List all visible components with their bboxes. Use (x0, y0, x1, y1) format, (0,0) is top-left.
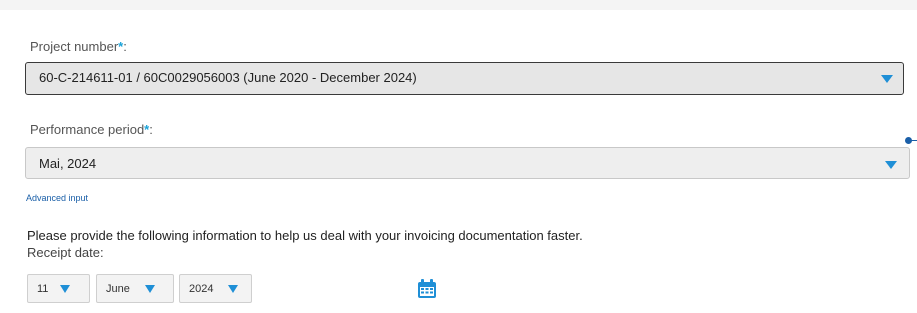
calendar-icon[interactable] (416, 278, 438, 300)
receipt-year-value: 2024 (189, 283, 214, 295)
receipt-day-select[interactable]: 11 (27, 274, 90, 303)
invoice-form-panel: Project number*: 60-C-214611-01 / 60C002… (10, 10, 917, 313)
performance-period-value: Mai, 2024 (39, 156, 97, 171)
edge-marker-line (911, 140, 917, 141)
receipt-month-select[interactable]: June (96, 274, 174, 303)
label-colon: : (149, 122, 153, 137)
performance-period-label: Performance period*: (30, 122, 153, 137)
info-text: Please provide the following information… (27, 228, 583, 243)
chevron-down-icon (885, 161, 897, 169)
project-number-select[interactable]: 60-C-214611-01 / 60C0029056003 (June 202… (25, 62, 904, 95)
receipt-day-value: 11 (37, 283, 49, 295)
chevron-down-icon (145, 285, 155, 293)
performance-period-select[interactable]: Mai, 2024 (25, 147, 910, 179)
project-number-label: Project number*: (30, 39, 127, 54)
receipt-year-select[interactable]: 2024 (179, 274, 252, 303)
chevron-down-icon (881, 75, 893, 83)
project-number-label-text: Project number (30, 39, 119, 54)
chevron-down-icon (228, 285, 238, 293)
advanced-input-link[interactable]: Advanced input (26, 193, 88, 203)
performance-period-label-text: Performance period (30, 122, 145, 137)
top-strip (0, 0, 917, 10)
receipt-month-value: June (106, 283, 130, 295)
label-colon: : (123, 39, 127, 54)
receipt-date-label: Receipt date: (27, 245, 104, 260)
project-number-value: 60-C-214611-01 / 60C0029056003 (June 202… (39, 70, 417, 85)
chevron-down-icon (60, 285, 70, 293)
